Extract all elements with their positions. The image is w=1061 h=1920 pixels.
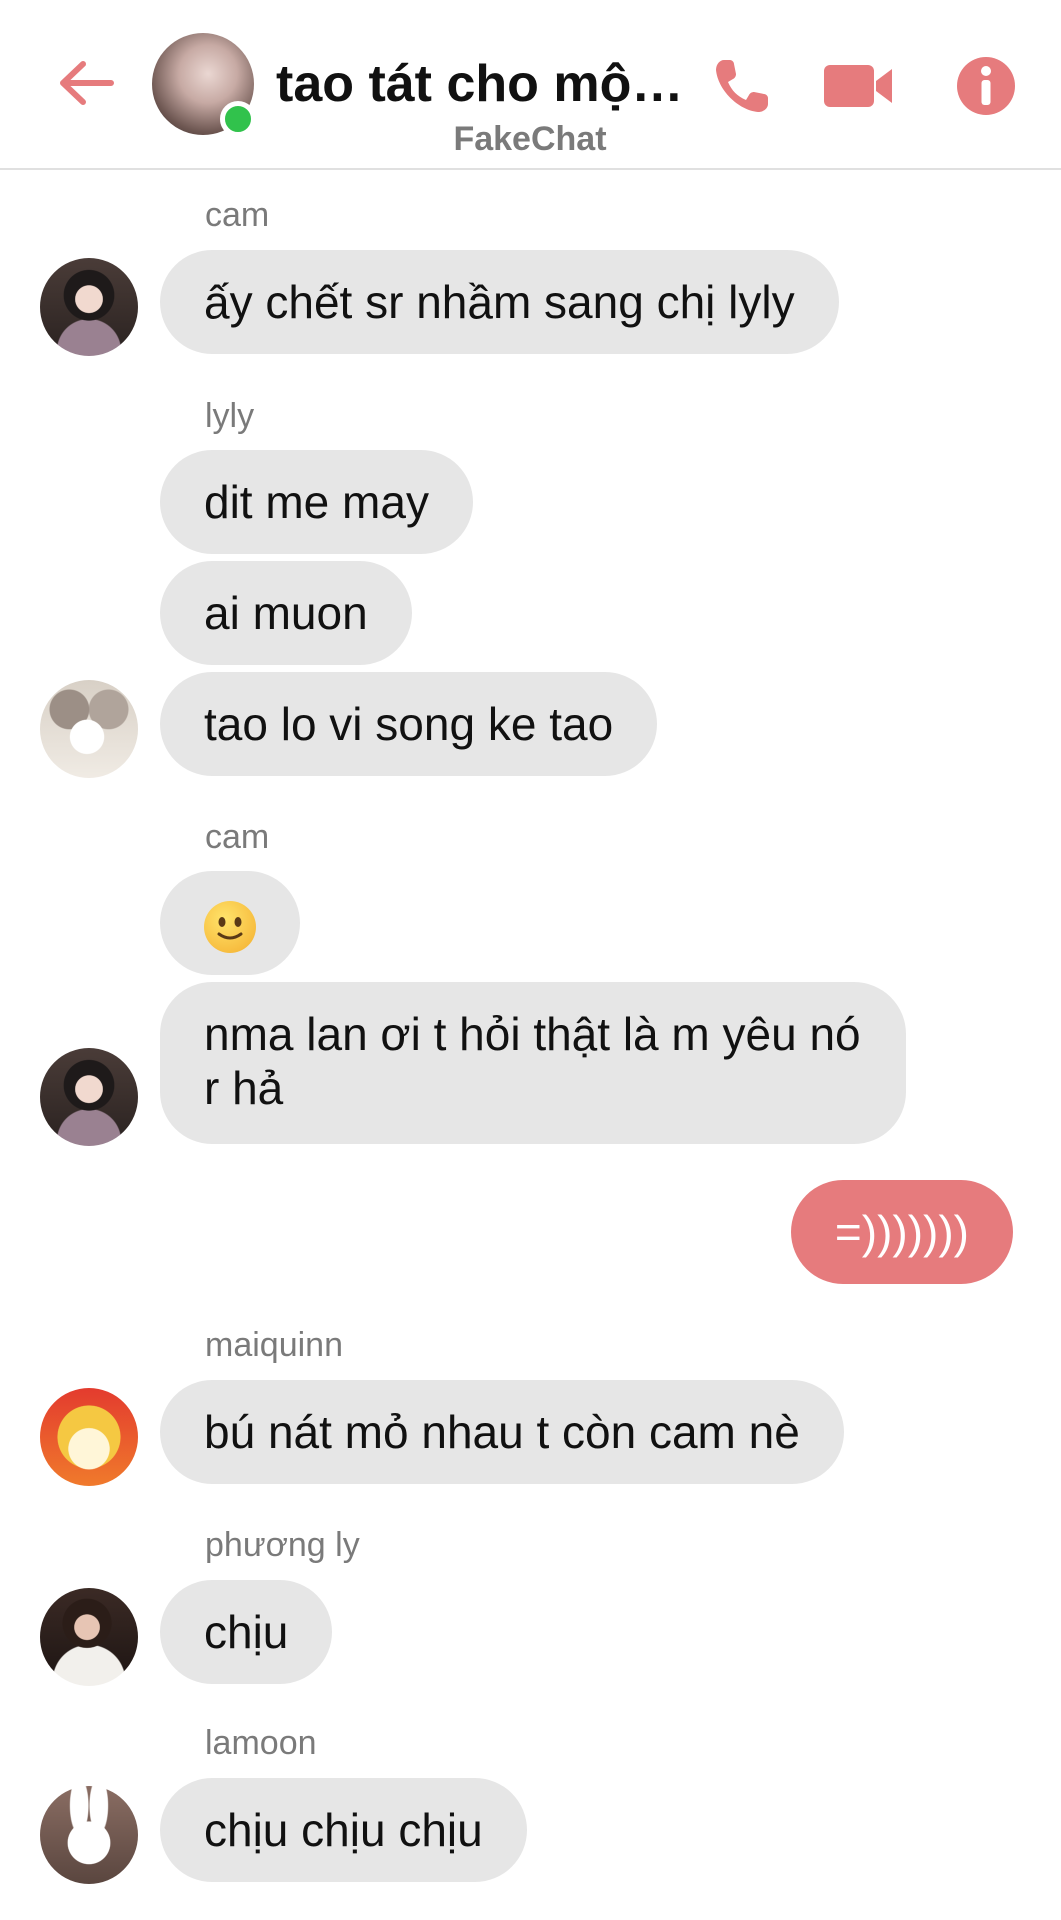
avatar-maiquinn[interactable] (40, 1388, 138, 1486)
call-button[interactable] (706, 50, 778, 122)
sender-name: phương ly (205, 1526, 360, 1564)
group-avatar[interactable] (152, 33, 256, 137)
avatar-phuong-ly[interactable] (40, 1588, 138, 1686)
message-bubble[interactable]: ấy chết sr nhầm sang chị lyly (160, 250, 839, 354)
sender-name: lamoon (205, 1724, 317, 1762)
slightly-smiling-face-icon (204, 900, 256, 953)
video-camera-icon (824, 65, 892, 107)
sender-name: cam (205, 818, 270, 856)
message-bubble[interactable]: ai muon (160, 561, 412, 665)
info-button[interactable] (950, 50, 1022, 122)
sender-name: cam (205, 196, 270, 234)
my-message-bubble[interactable]: =))))))) (790, 1180, 1013, 1284)
back-button[interactable] (52, 50, 118, 116)
sender-name: lyly (205, 397, 255, 435)
avatar-cam[interactable] (40, 258, 138, 356)
avatar-lamoon[interactable] (40, 1786, 138, 1884)
message-bubble[interactable]: nma lan ơi t hỏi thật là m yêu nó r hả (160, 982, 906, 1144)
avatar-cam[interactable] (40, 1048, 138, 1146)
message-bubble[interactable]: chịu (160, 1580, 333, 1684)
chat-subtitle: FakeChat (453, 120, 607, 158)
phone-icon (716, 60, 768, 112)
message-bubble[interactable]: bú nát mỏ nhau t còn cam nè (160, 1380, 844, 1484)
message-bubble[interactable]: tao lo vi song ke tao (160, 672, 658, 776)
online-status-dot (220, 101, 256, 137)
avatar-lyly[interactable] (40, 680, 138, 778)
chat-header: tao tát cho một ... FakeChat (0, 0, 1061, 170)
message-bubble[interactable]: dit me may (160, 450, 473, 554)
sender-name: maiquinn (205, 1326, 343, 1364)
message-bubble[interactable]: chịu chịu chịu (160, 1778, 527, 1882)
video-call-button[interactable] (822, 50, 894, 122)
chat-title[interactable]: tao tát cho một ... (276, 54, 686, 114)
emoji-bubble[interactable] (160, 871, 300, 975)
info-icon (957, 57, 1015, 115)
back-arrow-icon (60, 61, 114, 105)
